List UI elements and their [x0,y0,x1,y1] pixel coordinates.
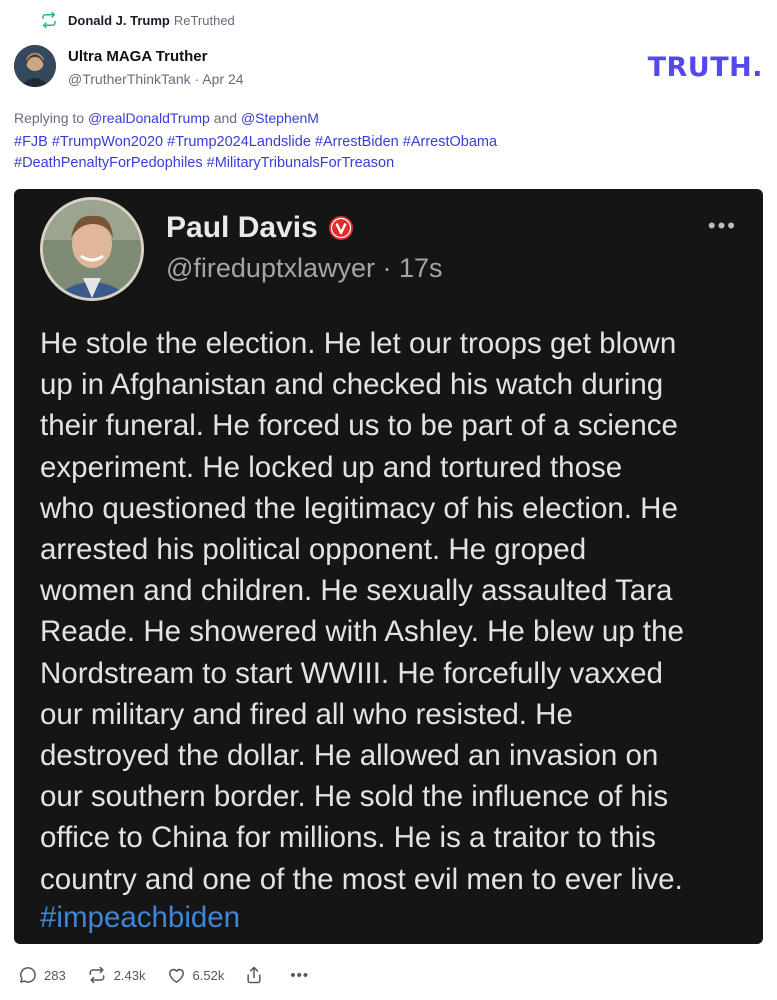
retruth-count: 2.43k [113,967,146,983]
embedded-text-line: Nordstream to start WWIII. He forcefully… [40,656,663,690]
retruth-icon [42,11,56,29]
embedded-text-line: Reade. He showered with Ashley. He blew … [40,615,684,649]
replying-to-joiner: and [213,110,238,126]
more-icon: ••• [290,966,310,984]
post-date[interactable]: Apr 24 [202,71,243,87]
avatar[interactable] [14,45,56,87]
embedded-name-text: Paul Davis [166,211,318,244]
like-button[interactable]: 6.52k [166,965,225,985]
like-count: 6.52k [192,967,225,983]
retruth-author-name[interactable]: Donald J. Trump [68,13,170,28]
share-button[interactable] [244,964,270,986]
more-options-button[interactable]: ••• [290,967,309,984]
truth-logo-text: TRUTH [647,52,753,83]
retruth-header: Donald J. Trump ReTruthed [40,10,235,30]
hashtag-line[interactable]: #DeathPenaltyForPedophiles #MilitaryTrib… [14,153,754,174]
embedded-avatar [40,197,144,301]
embedded-text-line: destroyed the dollar. He allowed an inva… [40,739,659,773]
embedded-hashtag: #impeachbiden [40,901,241,934]
embedded-text-line: our military and fired all who resisted.… [40,697,573,731]
share-icon [247,966,261,984]
embedded-post-text: He stole the election. He let our troops… [40,323,750,900]
retruth-button[interactable]: 2.43k [86,965,146,985]
author-meta: @TrutherThinkTank · Apr 24 [68,70,244,88]
embedded-text-line: office to China for millions. He is a tr… [40,821,656,855]
reply-button[interactable]: 283 [18,965,66,985]
embedded-text-line: their funeral. He forced us to be part o… [40,409,678,443]
mention-link[interactable]: @realDonaldTrump [88,110,210,126]
post-hashtags: #FJB #TrumpWon2020 #Trump2024Landslide #… [14,132,754,174]
replying-to: Replying to @realDonaldTrump and @Stephe… [14,108,319,128]
action-bar: 283 2.43k 6.52k ••• [18,962,329,988]
reply-count: 283 [44,967,66,983]
truth-logo-dot: . [752,52,763,83]
embedded-more-icon: ••• [707,213,737,238]
embedded-text-line: up in Afghanistan and checked his watch … [40,368,664,402]
embedded-author-name: Paul Davis [166,211,354,245]
hashtag-line[interactable]: #FJB #TrumpWon2020 #Trump2024Landslide #… [14,132,754,153]
embedded-handle: @fireduptxlawyer · 17s [166,253,443,283]
retruth-label: ReTruthed [173,12,235,28]
replying-to-label: Replying to [14,110,85,126]
heart-icon [168,968,184,983]
embedded-text-line: women and children. He sexually assaulte… [40,574,673,608]
author-handle[interactable]: @TrutherThinkTank [68,71,191,87]
embedded-text-line: arrested his political opponent. He grop… [40,533,587,567]
verified-badge-icon [328,216,353,240]
comment-icon [20,967,36,983]
embedded-text-line: country and one of the most evil men to … [40,862,683,896]
retruth-icon [89,966,105,984]
embedded-text-line: our southern border. He sold the influen… [40,780,669,814]
embedded-text-line: who questioned the legitimacy of his ele… [40,491,678,525]
post-image[interactable]: Paul Davis @fireduptxlawyer · 17s ••• He… [14,189,763,944]
embedded-text-line: He stole the election. He let our troops… [40,327,677,360]
author-name[interactable]: Ultra MAGA Truther [68,48,244,66]
post-author: Ultra MAGA Truther @TrutherThinkTank · A… [14,45,244,88]
embedded-text-line: experiment. He locked up and tortured th… [40,450,623,484]
mention-link[interactable]: @StephenM [241,110,319,126]
truth-logo: TRUTH. [648,52,763,83]
